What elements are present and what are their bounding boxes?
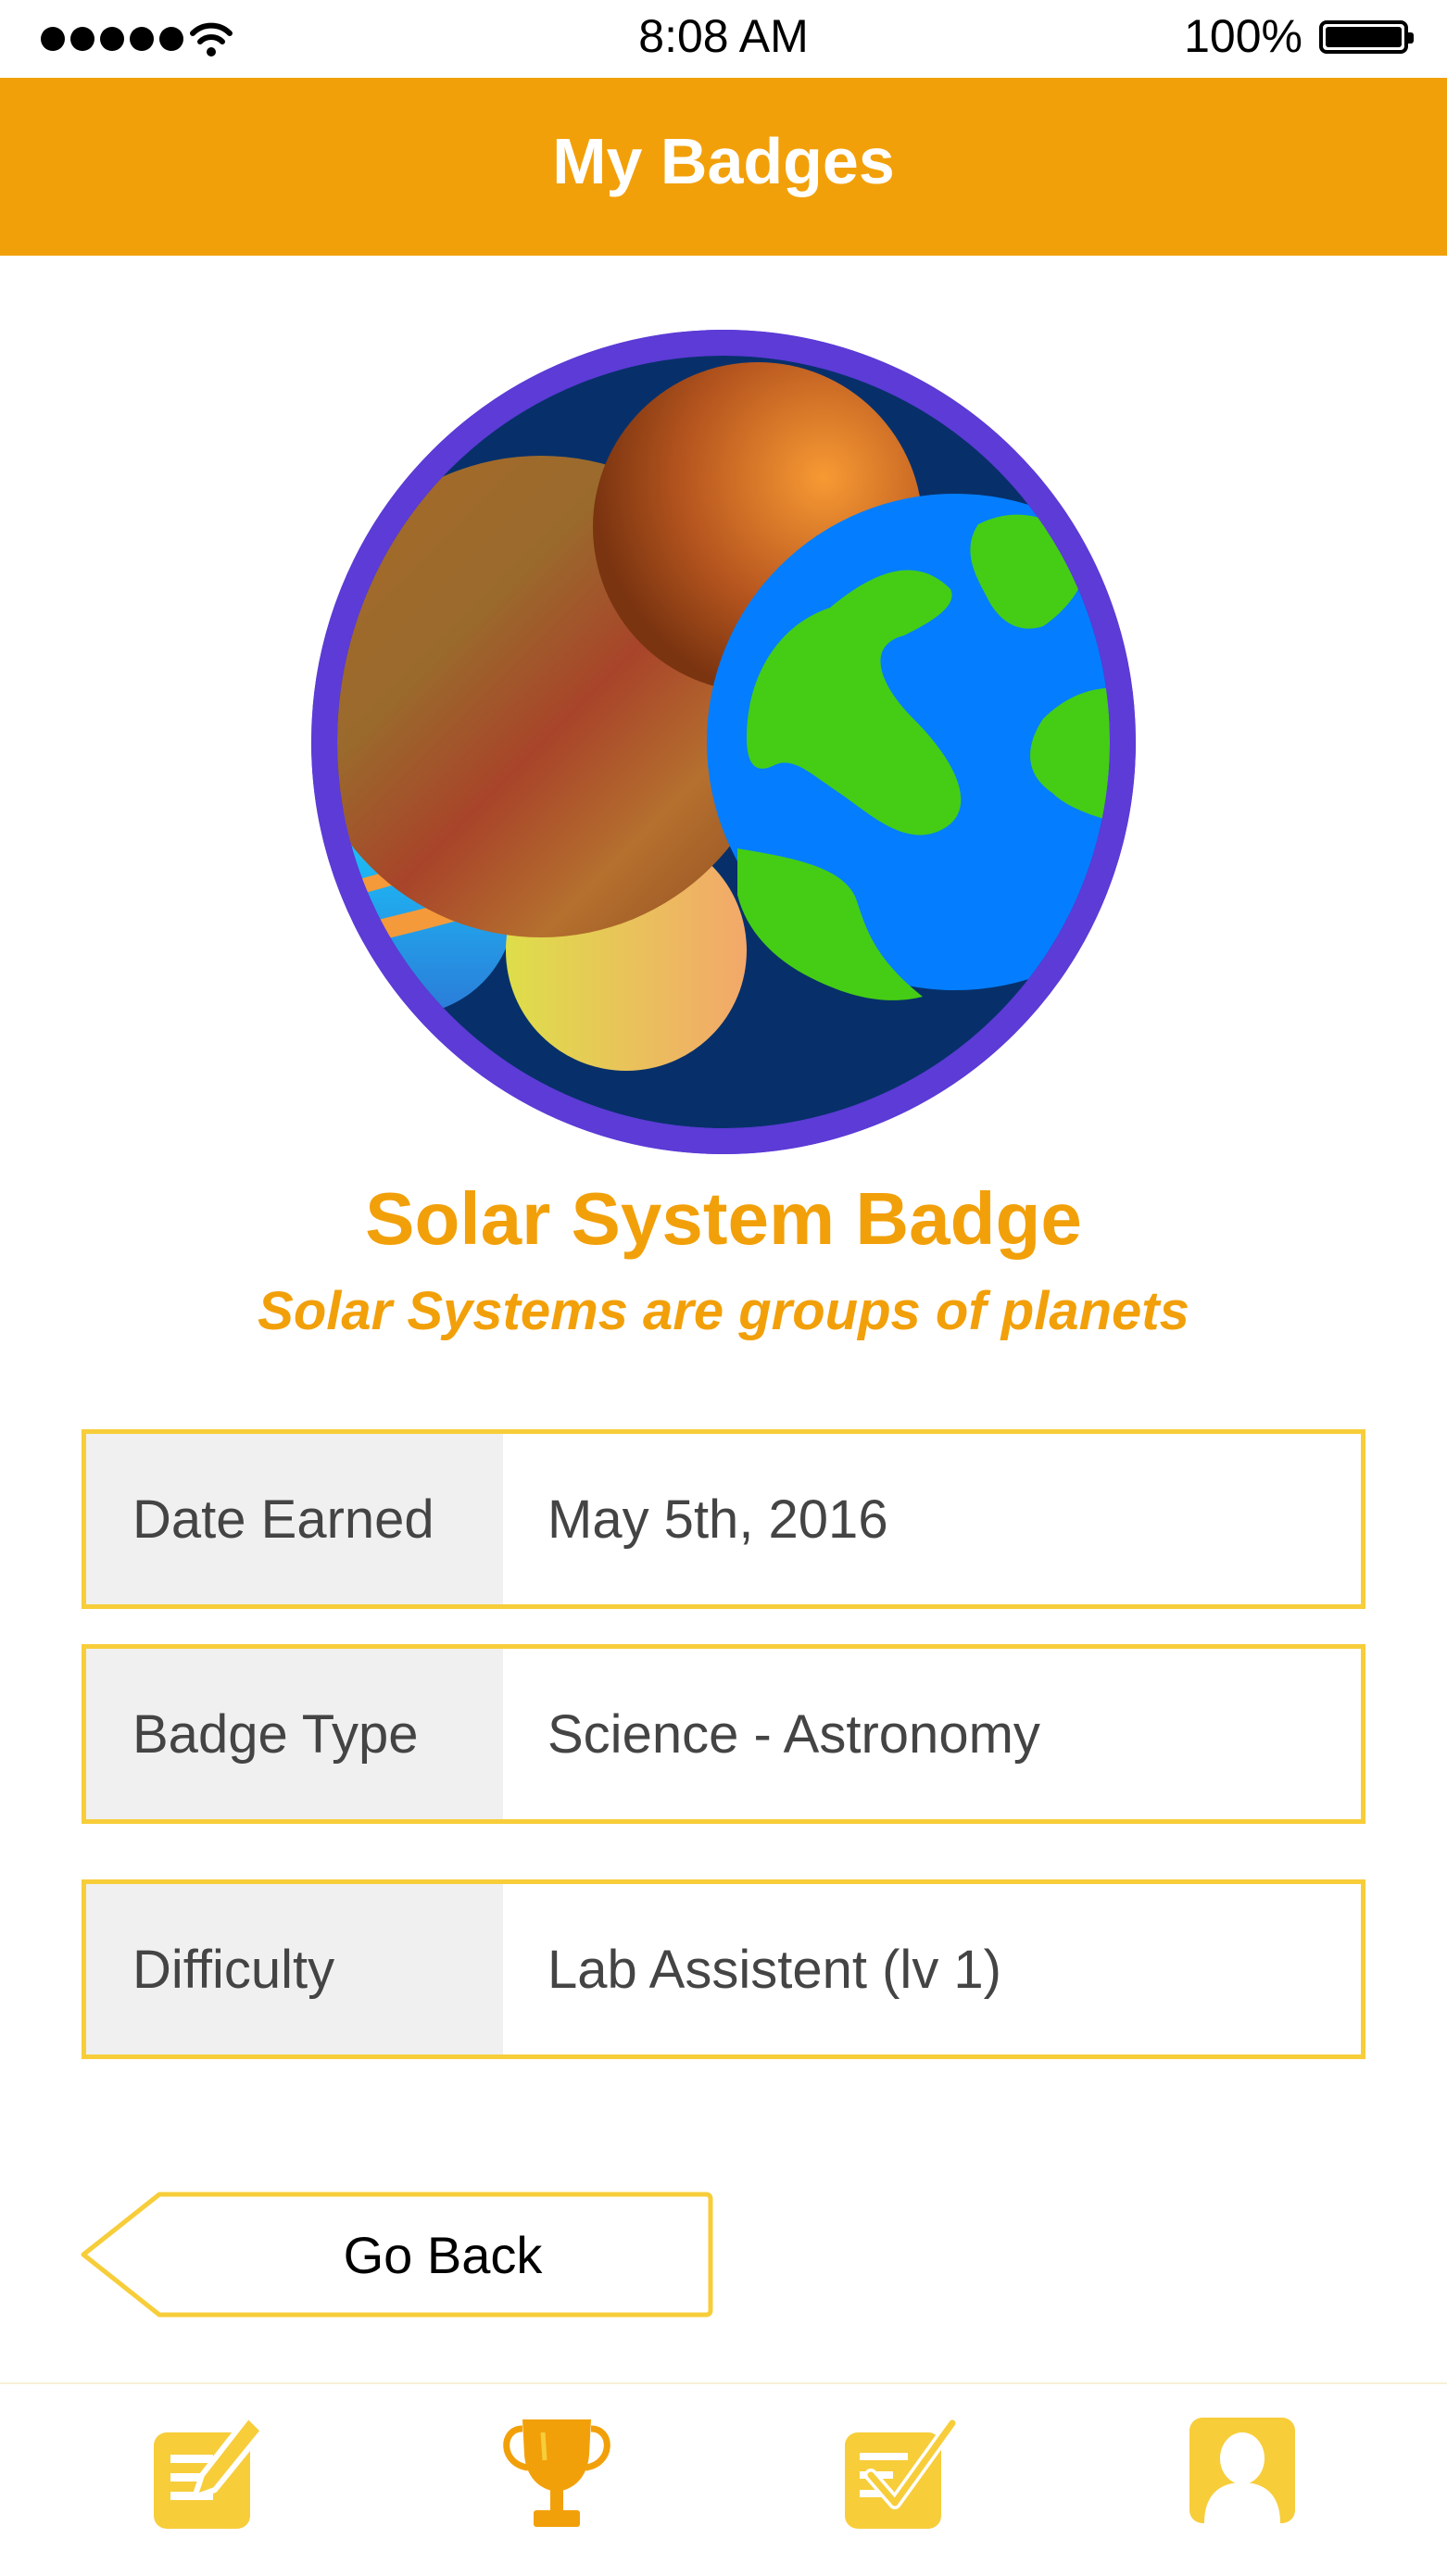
detail-row-date-earned: Date Earned May 5th, 2016 [82, 1429, 1365, 1609]
battery-percent: 100% [1184, 10, 1302, 62]
tab-bar [0, 2382, 1447, 2576]
detail-row-badge-type: Badge Type Science - Astronomy [82, 1644, 1365, 1824]
go-back-label: Go Back [343, 2225, 543, 2284]
page-title: My Badges [552, 125, 895, 197]
battery-full-icon [1319, 20, 1414, 54]
trophy-icon[interactable] [497, 2414, 617, 2534]
detail-row-difficulty: Difficulty Lab Assistent (lv 1) [82, 1879, 1365, 2059]
badge-title: Solar System Badge [365, 1177, 1082, 1260]
detail-value: May 5th, 2016 [547, 1489, 888, 1550]
app-header: My Badges [0, 78, 1447, 256]
status-bar: 8:08 AM 100% [0, 0, 1447, 78]
detail-label: Badge Type [86, 1649, 503, 1819]
detail-value: Science - Astronomy [547, 1703, 1040, 1765]
checklist-icon[interactable] [839, 2414, 960, 2534]
detail-label: Date Earned [86, 1434, 503, 1604]
go-back-button[interactable]: Go Back [80, 2192, 713, 2318]
edit-notes-icon[interactable] [148, 2414, 269, 2534]
detail-value: Lab Assistent (lv 1) [547, 1939, 1001, 2000]
solar-system-badge-icon [311, 330, 1136, 1154]
badge-subtitle: Solar Systems are groups of planets [258, 1281, 1189, 1341]
profile-icon[interactable] [1182, 2414, 1302, 2534]
detail-label: Difficulty [86, 1884, 503, 2055]
